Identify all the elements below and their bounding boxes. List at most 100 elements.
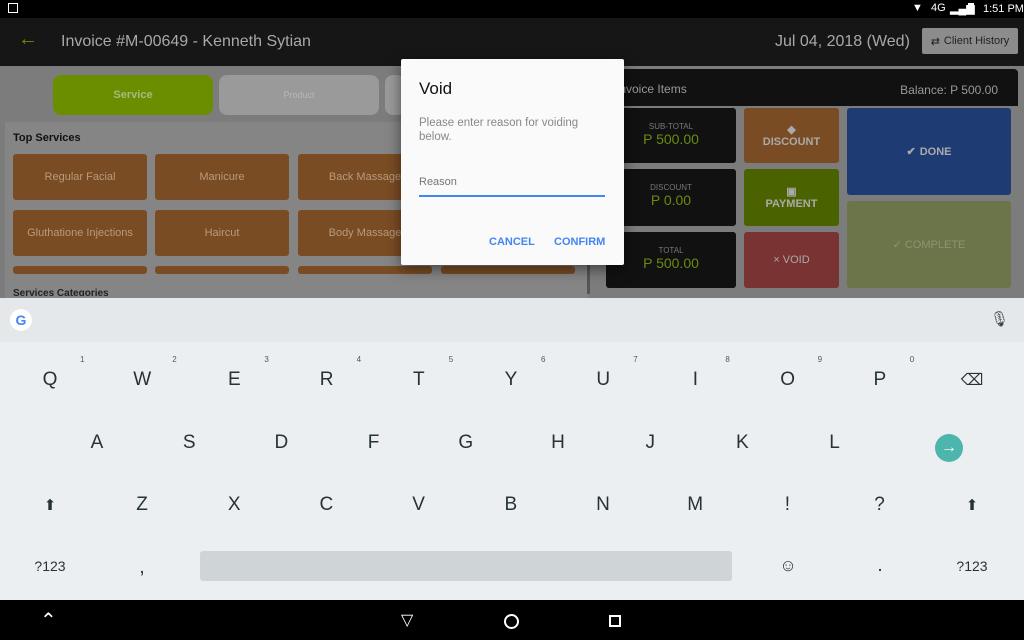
total-value: P 500.00 [643, 255, 699, 271]
discount-button[interactable]: ◆ DISCOUNT [744, 108, 839, 163]
recents-icon[interactable] [609, 615, 621, 627]
invoice-items-title: Invoice Items [616, 82, 687, 96]
void-button[interactable]: × VOID [744, 232, 839, 288]
google-icon[interactable]: G [10, 309, 32, 331]
symbols-key-left[interactable]: ?123 [34, 558, 65, 574]
key-1[interactable]: X [228, 494, 241, 516]
void-button-label: × VOID [773, 254, 810, 266]
key-t[interactable]: T [413, 369, 425, 391]
key-2[interactable]: C [320, 494, 334, 516]
key-hint: 5 [448, 355, 454, 364]
tab-product[interactable]: Product [219, 75, 379, 115]
service-tile[interactable] [441, 266, 575, 274]
reason-input[interactable] [419, 169, 605, 197]
home-icon[interactable] [504, 614, 519, 629]
key-k[interactable]: K [736, 432, 749, 454]
key-5[interactable]: N [596, 494, 610, 516]
discount-label: DISCOUNT [650, 183, 692, 192]
money-icon: ▣ [786, 186, 797, 198]
double-check-icon: ✔ [906, 146, 916, 158]
status-bar: ▼ 4G ▂▄▆ 1:51 PM [0, 0, 1024, 18]
space-bar[interactable] [200, 551, 732, 581]
suggestion-strip: G 🎙 [0, 298, 1024, 342]
key-6[interactable]: M [687, 494, 703, 516]
tab-service[interactable]: Service [53, 75, 213, 115]
key-a[interactable]: A [91, 432, 104, 454]
swap-icon: ⇄ [930, 35, 940, 48]
key-hint: 1 [80, 355, 85, 364]
client-history-button[interactable]: ⇄ Client History [922, 28, 1018, 54]
navigation-bar: ⌃ ▽ [0, 600, 1024, 640]
key-y[interactable]: Y [505, 369, 518, 391]
key-comma[interactable]: , [139, 557, 144, 579]
key-s[interactable]: S [183, 432, 196, 454]
tag-icon: ◆ [787, 124, 796, 136]
shift-right-icon[interactable]: ⬆ [966, 496, 979, 514]
back-arrow-icon[interactable]: ← [18, 28, 38, 51]
key-0[interactable]: Z [136, 494, 148, 516]
wifi-icon: ▼ [912, 2, 923, 14]
service-tile[interactable] [13, 266, 147, 274]
symbols-key-right[interactable]: ?123 [956, 558, 987, 574]
service-tile[interactable] [298, 266, 432, 274]
discount-button-label: DISCOUNT [762, 136, 821, 148]
key-l[interactable]: L [829, 432, 840, 454]
key-hint: 7 [633, 355, 638, 364]
dialog-message: Please enter reason for voiding below. [419, 117, 579, 143]
key-r[interactable]: R [320, 369, 334, 391]
service-tile[interactable] [155, 266, 289, 274]
void-dialog: Void Please enter reason for voiding bel… [401, 59, 624, 265]
key-4[interactable]: B [504, 494, 517, 516]
service-regular-facial[interactable]: Regular Facial [13, 154, 147, 200]
key-period[interactable]: . [877, 555, 882, 577]
key-e[interactable]: E [228, 369, 241, 391]
screenshot-icon [8, 3, 18, 13]
key-i[interactable]: I [693, 369, 698, 391]
discount-panel: DISCOUNT P 0.00 [606, 169, 736, 226]
key-f[interactable]: F [368, 432, 380, 454]
service-haircut[interactable]: Haircut [155, 210, 289, 256]
key-p[interactable]: P [873, 369, 886, 391]
key-w[interactable]: W [133, 369, 151, 391]
payment-button[interactable]: ▣ PAYMENT [744, 169, 839, 226]
key-7[interactable]: ! [785, 494, 790, 516]
back-icon[interactable]: ▽ [401, 610, 413, 630]
key-j[interactable]: J [645, 432, 655, 454]
subtotal-panel: SUB-TOTAL P 500.00 [606, 108, 736, 163]
complete-button[interactable]: ✓ COMPLETE [847, 201, 1011, 288]
key-hint: 9 [817, 355, 823, 364]
enter-key[interactable]: → [935, 434, 963, 462]
service-manicure[interactable]: Manicure [155, 154, 289, 200]
key-3[interactable]: V [412, 494, 425, 516]
key-8[interactable]: ? [874, 494, 885, 516]
categories-heading: Services Categories [13, 288, 109, 296]
cancel-button[interactable]: CANCEL [489, 236, 535, 248]
client-history-label: Client History [943, 35, 1010, 47]
invoice-date: Jul 04, 2018 (Wed) [775, 33, 910, 50]
key-h[interactable]: H [551, 432, 565, 454]
dialog-title: Void [419, 79, 453, 98]
shift-left-icon[interactable]: ⬆ [44, 496, 57, 514]
key-d[interactable]: D [275, 432, 289, 454]
invoice-header: Invoice Items Balance: P 500.00 [606, 69, 1018, 106]
hide-keyboard-icon[interactable]: ⌃ [40, 608, 57, 633]
subtotal-label: SUB-TOTAL [648, 122, 694, 131]
key-q[interactable]: Q [43, 369, 58, 391]
key-hint: 8 [725, 355, 730, 364]
top-services-heading: Top Services [13, 132, 81, 144]
microphone-icon[interactable]: 🎙 [990, 310, 1009, 328]
done-button[interactable]: ✔ DONE [847, 108, 1011, 195]
key-hint: 0 [909, 355, 915, 364]
key-o[interactable]: O [780, 369, 795, 391]
key-hint: 3 [264, 355, 269, 364]
key-hint: 6 [541, 355, 546, 364]
backspace-icon[interactable]: ⌫ [961, 370, 984, 390]
key-g[interactable]: G [458, 432, 473, 454]
key-u[interactable]: U [596, 369, 610, 391]
confirm-button[interactable]: CONFIRM [554, 236, 605, 248]
battery-icon [968, 3, 974, 14]
payment-button-label: PAYMENT [765, 198, 818, 210]
emoji-icon[interactable]: ☺ [779, 556, 796, 576]
clock: 1:51 PM [983, 3, 1024, 15]
service-gluthatione[interactable]: Gluthatione Injections [13, 210, 147, 256]
